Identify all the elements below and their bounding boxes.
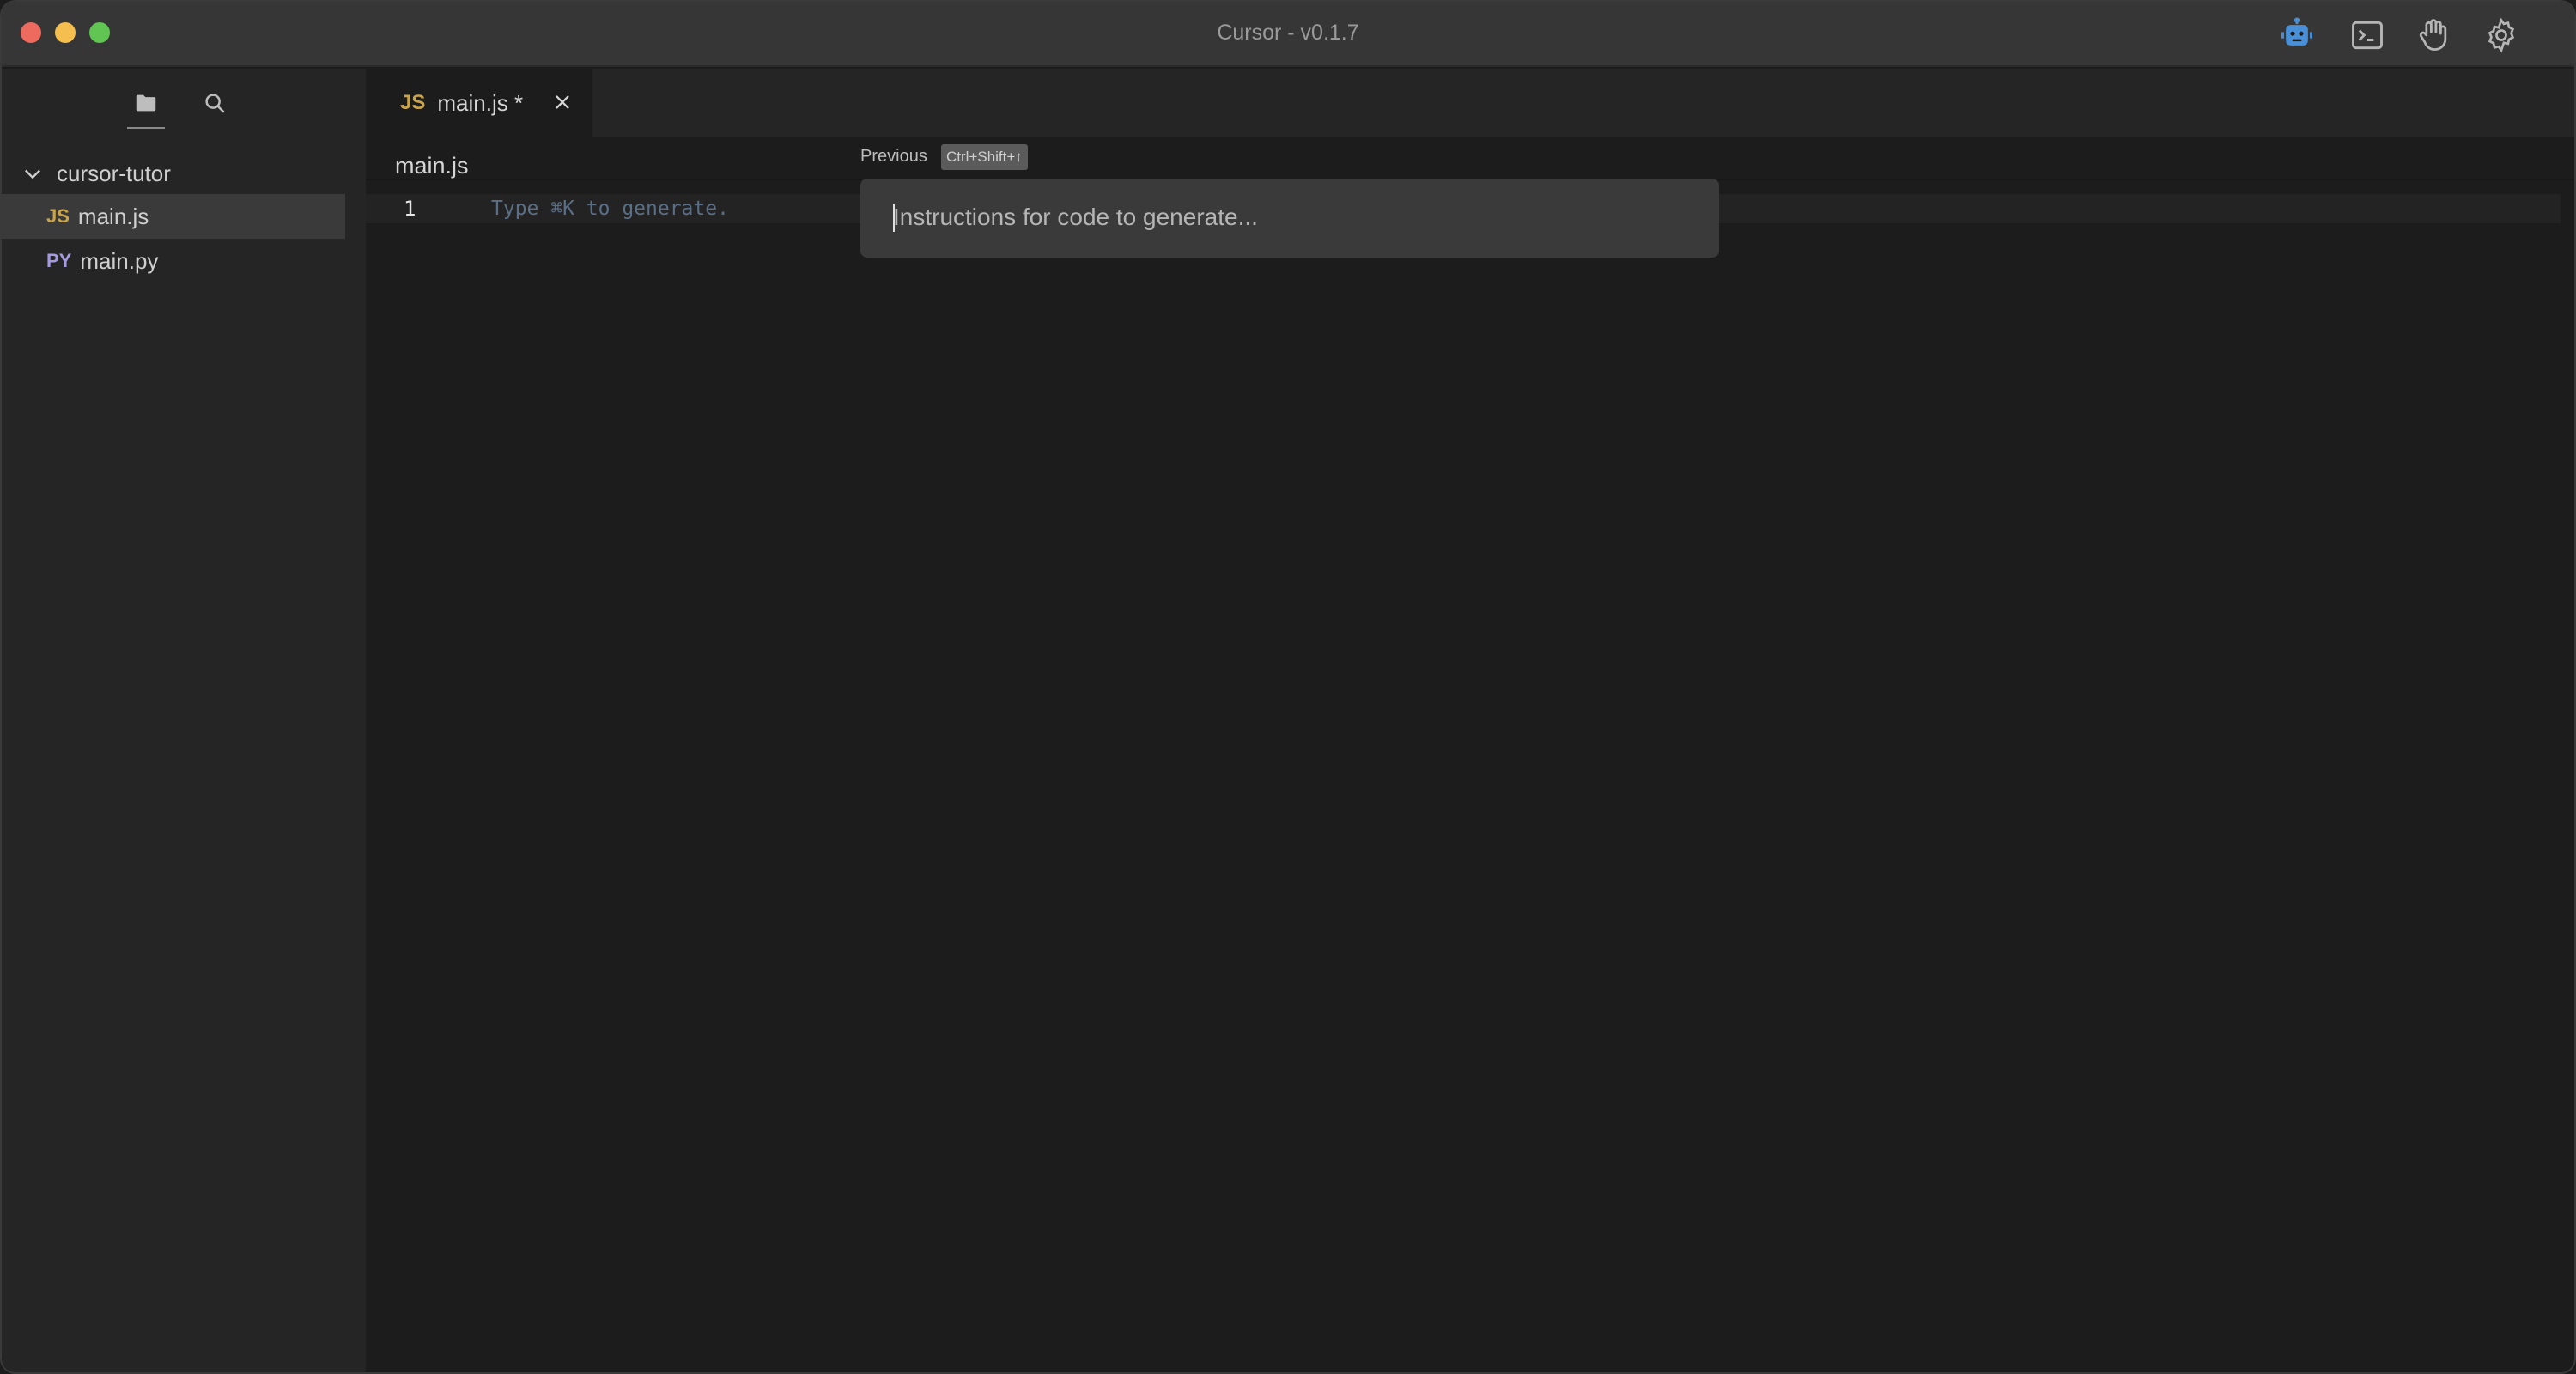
tab-label: main.js *: [437, 89, 524, 116]
chevron-down-icon: [25, 169, 40, 179]
project-folder-label: cursor-tutor: [57, 160, 171, 186]
generate-prompt-box: [860, 179, 1719, 258]
file-item-main-js[interactable]: JS main.js: [2, 194, 345, 239]
terminal-icon[interactable]: [2346, 14, 2389, 57]
tab-main-js[interactable]: JS main.js *: [366, 69, 592, 137]
editor-placeholder: Type ⌘K to generate.: [491, 198, 729, 220]
shortcut-badge: Ctrl+Shift+↑: [941, 144, 1028, 170]
window-title: Cursor - v0.1.7: [1217, 21, 1359, 45]
gear-icon[interactable]: [2480, 14, 2523, 57]
hand-icon[interactable]: [2413, 14, 2456, 57]
file-item-main-py[interactable]: PY main.py: [2, 239, 345, 283]
search-icon[interactable]: [197, 86, 232, 120]
close-icon[interactable]: [550, 89, 575, 115]
line-number: 1: [404, 197, 416, 221]
sidebar: cursor-tutor JS main.js PY main.py: [2, 69, 366, 1372]
title-bar: Cursor - v0.1.7: [2, 2, 2574, 67]
breadcrumb[interactable]: main.js: [395, 144, 469, 187]
previous-prompt-label[interactable]: Previous: [860, 143, 927, 170]
instructions-input[interactable]: [893, 196, 1683, 239]
app-window: Cursor - v0.1.7 cursor-tutor JS main.js …: [0, 0, 2576, 1374]
editor-area: JS main.js * main.js 1 Type ⌘K to genera…: [366, 69, 2574, 1372]
file-name: main.js: [77, 203, 149, 229]
js-file-icon: JS: [46, 205, 70, 227]
sidebar-tabs: [2, 69, 366, 129]
folder-icon[interactable]: [127, 86, 165, 129]
project-folder[interactable]: cursor-tutor: [2, 155, 366, 192]
file-name: main.py: [80, 247, 159, 274]
py-file-icon: PY: [46, 250, 72, 271]
js-file-icon: JS: [400, 91, 426, 114]
text-caret: [893, 204, 895, 232]
tab-bar: JS main.js *: [366, 69, 2574, 137]
robot-icon[interactable]: [2275, 14, 2318, 57]
